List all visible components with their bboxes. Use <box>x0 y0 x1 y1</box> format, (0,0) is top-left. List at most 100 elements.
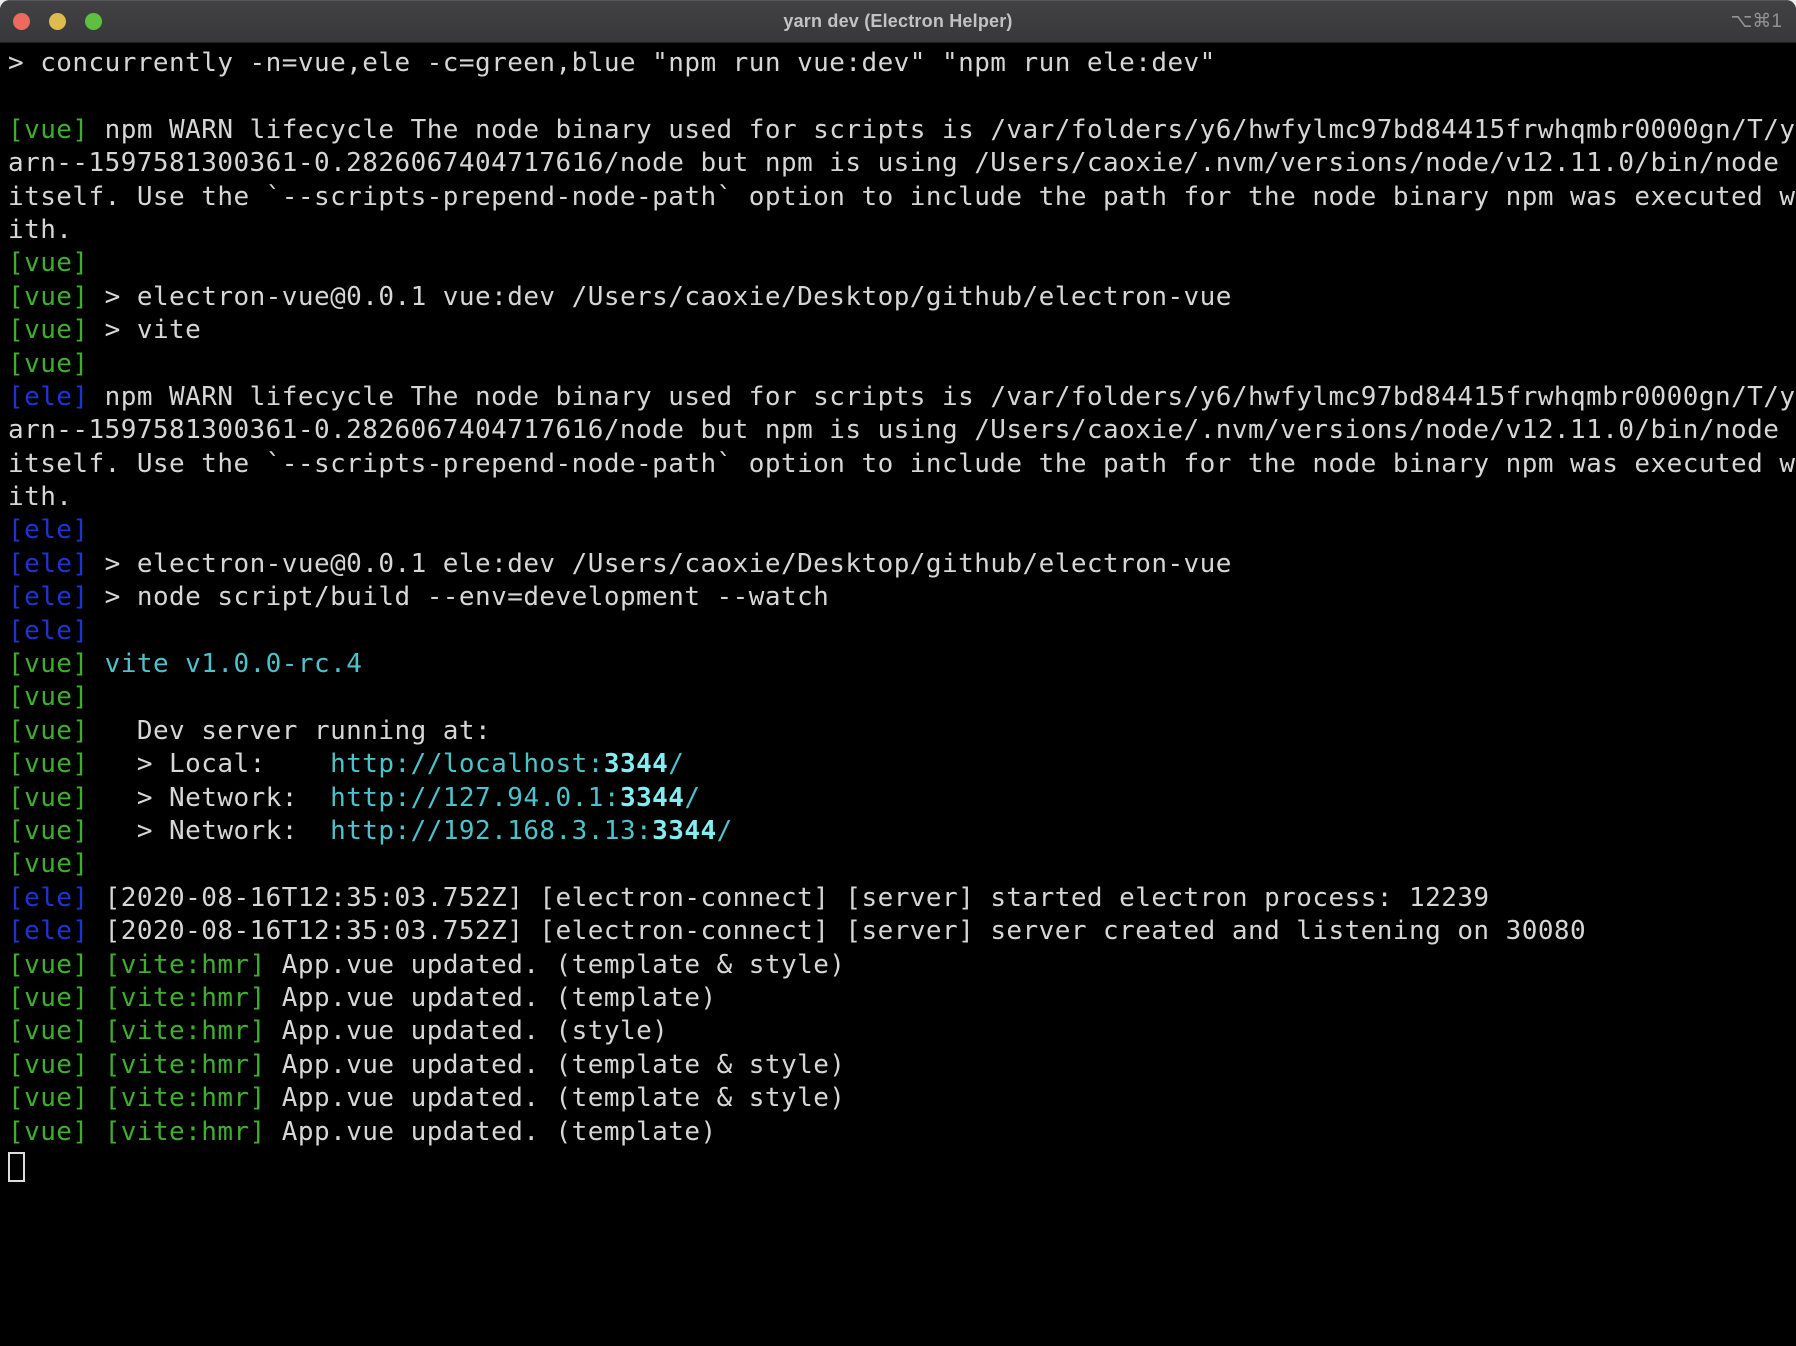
terminal-line <box>8 80 1796 113</box>
terminal-line: [vue] > Local: http://localhost:3344/ <box>8 748 1796 781</box>
terminal-text-segment: > Network: <box>89 816 331 846</box>
terminal-text-segment: [ele] <box>8 916 89 946</box>
terminal-text-segment <box>89 983 105 1013</box>
terminal-line: ith. <box>8 214 1796 247</box>
terminal-line: [ele] > node script/build --env=developm… <box>8 581 1796 614</box>
terminal-text-segment: App.vue updated. (template & style) <box>266 1083 846 1113</box>
terminal-text-segment: http://192.168.3.13: <box>330 816 652 846</box>
terminal-line: [ele] <box>8 615 1796 648</box>
terminal-text-segment: [vue] <box>8 983 89 1013</box>
terminal-output[interactable]: > concurrently -n=vue,ele -c=green,blue … <box>0 43 1796 1346</box>
terminal-text-segment: App.vue updated. (template & style) <box>266 1050 846 1080</box>
terminal-text-segment: [vite:hmr] <box>105 983 266 1013</box>
terminal-text-segment: [vite:hmr] <box>105 1117 266 1147</box>
terminal-text-segment: [vue] <box>8 816 89 846</box>
terminal-text-segment: [vue] <box>8 1117 89 1147</box>
terminal-text-segment: http://localhost: <box>330 749 604 779</box>
terminal-text-segment: http://127.94.0.1: <box>330 783 620 813</box>
terminal-line: itself. Use the `--scripts-prepend-node-… <box>8 181 1796 214</box>
zoom-button[interactable] <box>85 13 102 30</box>
close-button[interactable] <box>13 13 30 30</box>
terminal-line: [vue] [vite:hmr] App.vue updated. (style… <box>8 1015 1796 1048</box>
terminal-text-segment: > concurrently -n=vue,ele -c=green,blue … <box>8 48 1216 78</box>
terminal-text-segment: [vue] <box>8 849 89 879</box>
terminal-text-segment: itself. Use the `--scripts-prepend-node-… <box>8 449 1795 479</box>
terminal-line: [vue] [vite:hmr] App.vue updated. (templ… <box>8 949 1796 982</box>
terminal-text-segment: [vue] <box>8 1050 89 1080</box>
terminal-line: [vue] [vite:hmr] App.vue updated. (templ… <box>8 982 1796 1015</box>
terminal-text-segment: 3344 <box>604 749 668 779</box>
terminal-line <box>8 1149 1796 1182</box>
terminal-text-segment: [vue] <box>8 716 89 746</box>
window-titlebar[interactable]: yarn dev (Electron Helper) ⌥⌘1 <box>0 0 1796 43</box>
terminal-text-segment: [vue] <box>8 783 89 813</box>
terminal-text-segment: [vite:hmr] <box>105 1083 266 1113</box>
terminal-line: [vue] <box>8 348 1796 381</box>
terminal-line: [ele] [2020-08-16T12:35:03.752Z] [electr… <box>8 882 1796 915</box>
minimize-button[interactable] <box>49 13 66 30</box>
terminal-text-segment: [2020-08-16T12:35:03.752Z] [electron-con… <box>89 883 1490 913</box>
terminal-text-segment <box>89 1016 105 1046</box>
terminal-text-segment: > node script/build --env=development --… <box>89 582 830 612</box>
terminal-line: [vue] [vite:hmr] App.vue updated. (templ… <box>8 1116 1796 1149</box>
terminal-text-segment <box>89 649 105 679</box>
terminal-line: [vue] Dev server running at: <box>8 715 1796 748</box>
terminal-text-segment: [vue] <box>8 1083 89 1113</box>
terminal-text-segment: ith. <box>8 215 72 245</box>
window-title: yarn dev (Electron Helper) <box>0 0 1796 42</box>
terminal-line: [ele] [2020-08-16T12:35:03.752Z] [electr… <box>8 915 1796 948</box>
terminal-text-segment: > Network: <box>89 783 331 813</box>
terminal-text-segment: > Local: <box>89 749 331 779</box>
terminal-text-segment: [ele] <box>8 883 89 913</box>
terminal-text-segment: App.vue updated. (template & style) <box>266 950 846 980</box>
traffic-lights <box>13 0 102 42</box>
terminal-text-segment: [vue] <box>8 649 89 679</box>
terminal-line: arn--1597581300361-0.2826067404717616/no… <box>8 414 1796 447</box>
terminal-text-segment: / <box>717 816 733 846</box>
terminal-text-segment: [vite:hmr] <box>105 950 266 980</box>
terminal-line: arn--1597581300361-0.2826067404717616/no… <box>8 147 1796 180</box>
terminal-line: [vue] <box>8 848 1796 881</box>
terminal-line: > concurrently -n=vue,ele -c=green,blue … <box>8 47 1796 80</box>
terminal-text-segment: ith. <box>8 482 72 512</box>
terminal-text-segment: App.vue updated. (template) <box>266 1117 717 1147</box>
tab-shortcut-label: ⌥⌘1 <box>1731 0 1782 42</box>
terminal-line: [vue] > Network: http://127.94.0.1:3344/ <box>8 782 1796 815</box>
terminal-text-segment: Dev server running at: <box>89 716 492 746</box>
terminal-text-segment: > electron-vue@0.0.1 vue:dev /Users/caox… <box>89 282 1232 312</box>
terminal-text-segment: [vue] <box>8 349 89 379</box>
terminal-text-segment: [ele] <box>8 515 89 545</box>
terminal-line: [ele] > electron-vue@0.0.1 ele:dev /User… <box>8 548 1796 581</box>
terminal-text-segment <box>89 1050 105 1080</box>
terminal-text-segment: [ele] <box>8 582 89 612</box>
terminal-text-segment <box>89 950 105 980</box>
terminal-line: [vue] > vite <box>8 314 1796 347</box>
terminal-text-segment: [vue] <box>8 1016 89 1046</box>
terminal-window: yarn dev (Electron Helper) ⌥⌘1 > concurr… <box>0 0 1796 1346</box>
terminal-text-segment: 3344 <box>620 783 684 813</box>
terminal-line: [vue] [vite:hmr] App.vue updated. (templ… <box>8 1082 1796 1115</box>
terminal-text-segment: > vite <box>89 315 202 345</box>
terminal-cursor <box>8 1152 25 1182</box>
terminal-line: ith. <box>8 481 1796 514</box>
terminal-text-segment: [vue] <box>8 749 89 779</box>
terminal-text-segment: [vite:hmr] <box>105 1016 266 1046</box>
screen: yarn dev (Electron Helper) ⌥⌘1 > concurr… <box>0 0 1796 1346</box>
terminal-text-segment: npm WARN lifecycle The node binary used … <box>89 115 1796 145</box>
terminal-text-segment: > electron-vue@0.0.1 ele:dev /Users/caox… <box>89 549 1232 579</box>
terminal-text-segment: [2020-08-16T12:35:03.752Z] [electron-con… <box>89 916 1587 946</box>
terminal-text-segment: [vite:hmr] <box>105 1050 266 1080</box>
terminal-text-segment: [ele] <box>8 382 89 412</box>
terminal-line: itself. Use the `--scripts-prepend-node-… <box>8 448 1796 481</box>
terminal-text-segment: [vue] <box>8 282 89 312</box>
terminal-text-segment: / <box>684 783 700 813</box>
terminal-text-segment: 3344 <box>652 816 716 846</box>
terminal-line: [ele] npm WARN lifecycle The node binary… <box>8 381 1796 414</box>
terminal-text-segment: [vue] <box>8 682 89 712</box>
terminal-text-segment: [vue] <box>8 315 89 345</box>
terminal-text-segment: [vue] <box>8 248 89 278</box>
terminal-text-segment: [ele] <box>8 616 89 646</box>
terminal-line: [vue] > electron-vue@0.0.1 vue:dev /User… <box>8 281 1796 314</box>
terminal-line: [vue] vite v1.0.0-rc.4 <box>8 648 1796 681</box>
terminal-text-segment <box>89 1117 105 1147</box>
